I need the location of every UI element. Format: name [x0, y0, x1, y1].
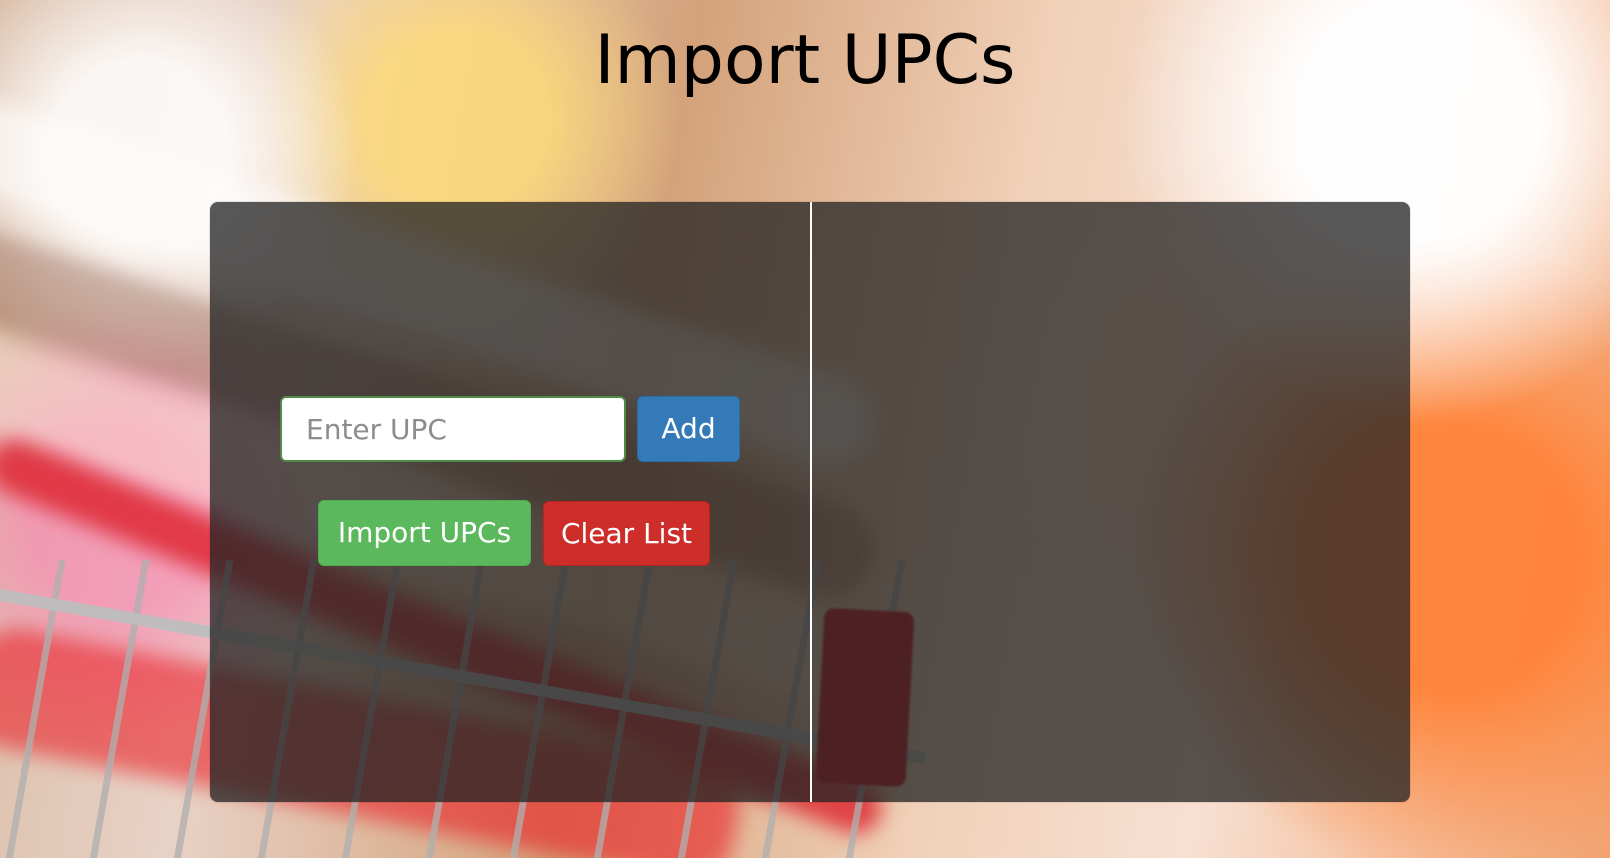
upc-input[interactable] — [280, 396, 626, 462]
page-title: Import UPCs — [594, 21, 1016, 100]
upc-import-panel: Add Import UPCs Clear List — [210, 202, 1410, 802]
add-upc-button[interactable]: Add — [637, 396, 740, 462]
import-upcs-button[interactable]: Import UPCs — [318, 500, 531, 566]
clear-list-button[interactable]: Clear List — [543, 501, 710, 566]
upc-entry-pane: Add Import UPCs Clear List — [210, 202, 810, 802]
upc-list-pane — [812, 202, 1410, 802]
